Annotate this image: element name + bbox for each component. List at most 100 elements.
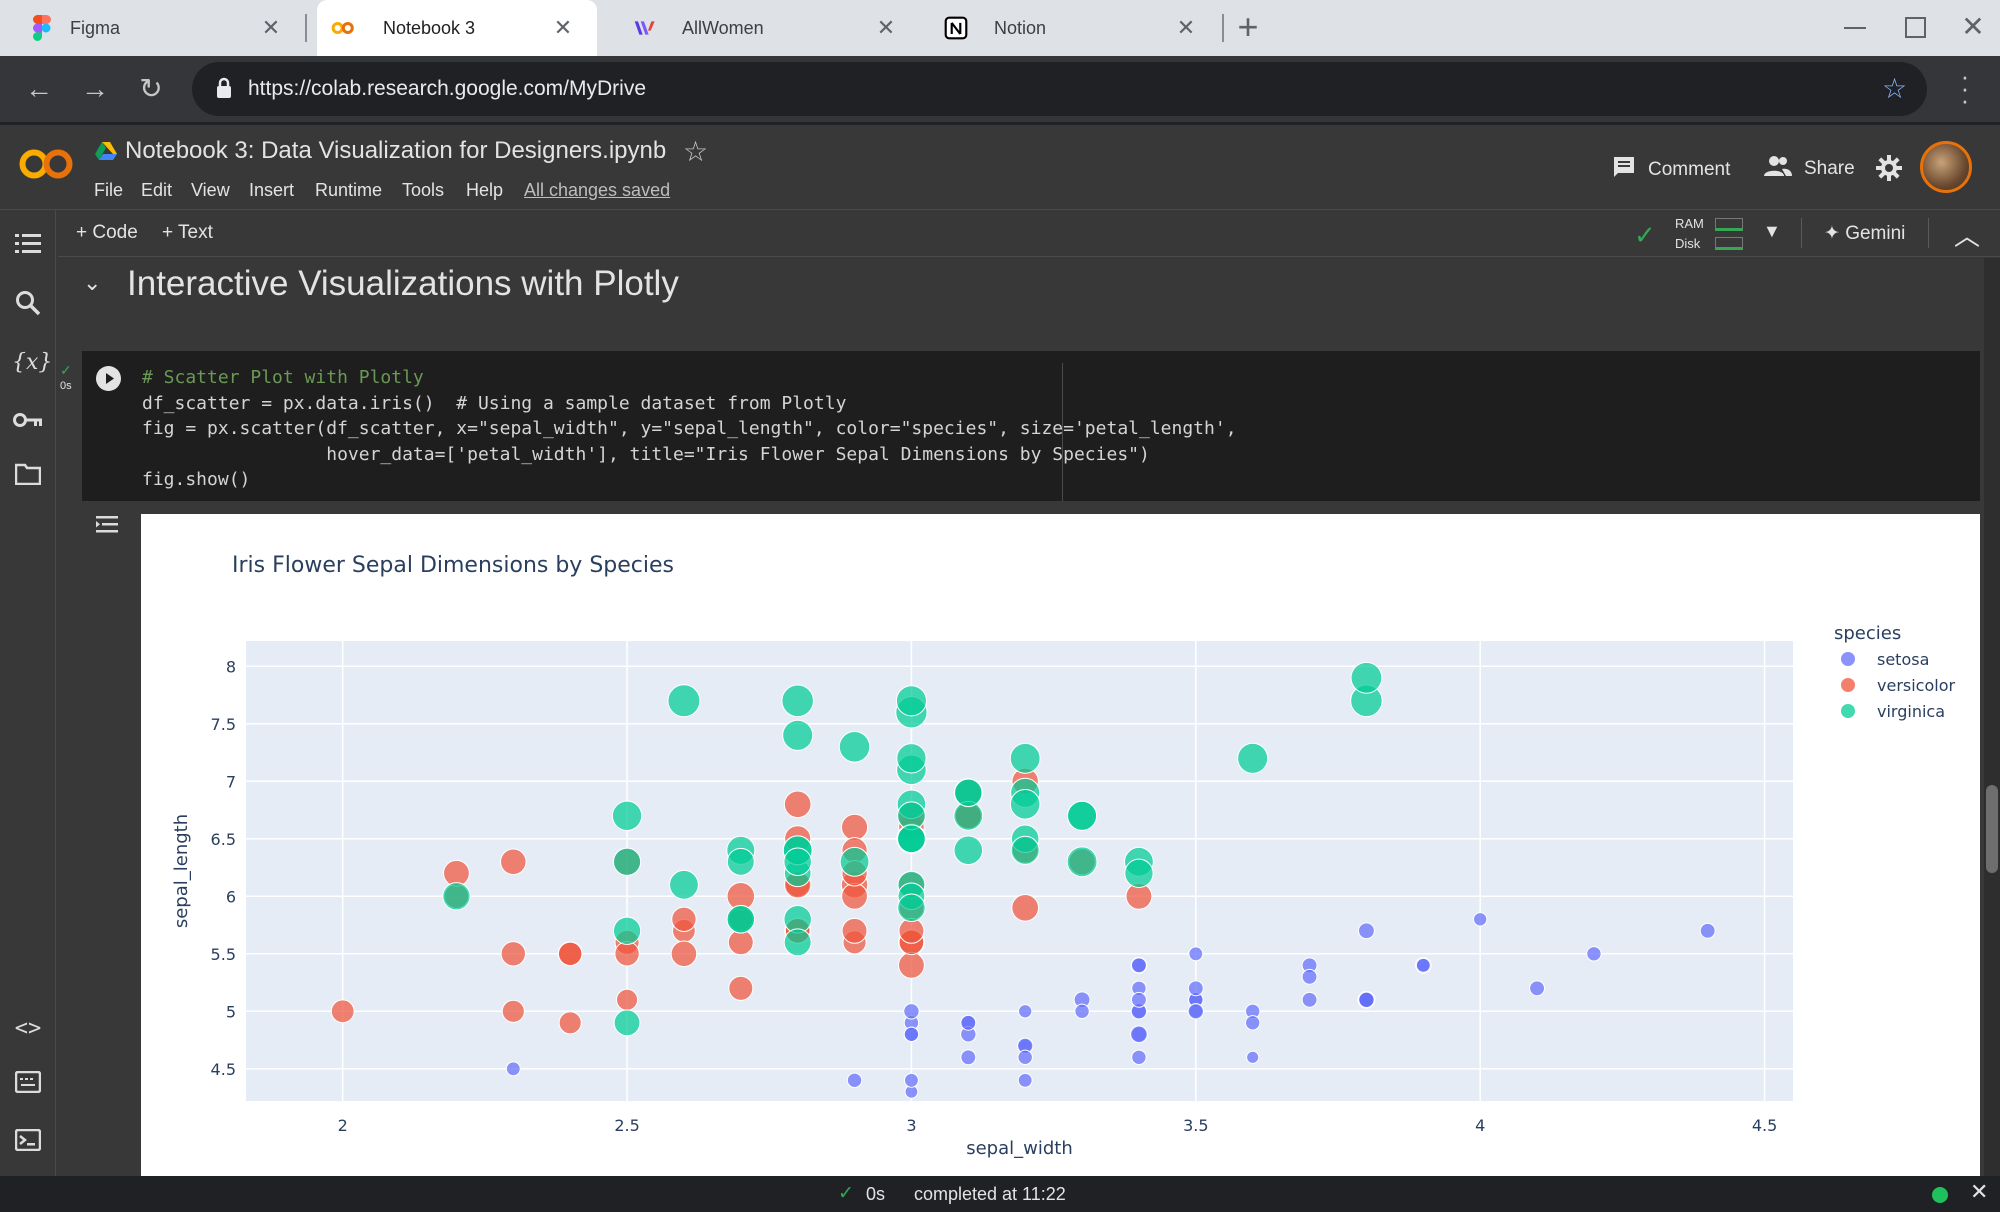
data-point-setosa bbox=[903, 1026, 920, 1043]
menu-file[interactable]: File bbox=[94, 180, 123, 201]
tab-allwomen[interactable]: AllWomen ✕ bbox=[620, 0, 920, 56]
data-point-versicolor bbox=[841, 917, 868, 944]
terminal-icon[interactable] bbox=[12, 1128, 44, 1160]
add-text-button[interactable]: + Text bbox=[162, 222, 213, 244]
output-actions-icon[interactable] bbox=[94, 513, 124, 542]
save-status[interactable]: All changes saved bbox=[524, 180, 670, 201]
close-icon[interactable]: ✕ bbox=[259, 16, 283, 40]
data-point-setosa bbox=[1131, 1049, 1147, 1066]
data-point-versicolor bbox=[1011, 893, 1040, 922]
scrollbar[interactable] bbox=[1984, 258, 2000, 1176]
maximize-icon[interactable] bbox=[1905, 17, 1926, 38]
legend-label-versicolor: versicolor bbox=[1877, 676, 1955, 695]
run-cell-button[interactable] bbox=[96, 366, 121, 391]
new-tab-icon[interactable]: + bbox=[1230, 9, 1266, 46]
runtime-dropdown-icon[interactable]: ▼ bbox=[1763, 221, 1781, 242]
data-point-virginica bbox=[1124, 858, 1154, 888]
resources-indicator[interactable]: RAM Disk bbox=[1673, 214, 1763, 254]
disk-label: Disk bbox=[1675, 236, 1701, 251]
data-point-setosa bbox=[903, 1072, 919, 1088]
add-code-button[interactable]: + Code bbox=[76, 222, 138, 244]
window-close-icon[interactable]: ✕ bbox=[1958, 12, 1988, 42]
legend-marker-virginica bbox=[1841, 704, 1855, 718]
data-point-setosa bbox=[1529, 980, 1546, 997]
menu-tools[interactable]: Tools bbox=[402, 180, 444, 201]
lock-icon bbox=[216, 77, 232, 104]
close-icon[interactable]: ✕ bbox=[874, 16, 898, 40]
command-palette-icon[interactable] bbox=[12, 1070, 44, 1102]
data-point-setosa bbox=[1246, 1050, 1260, 1064]
reload-icon[interactable]: ↻ bbox=[136, 74, 166, 104]
comment-button[interactable]: Comment bbox=[1612, 155, 1730, 185]
code-line-1: # Scatter Plot with Plotly bbox=[142, 367, 424, 388]
tab-title: Notebook 3 bbox=[383, 17, 476, 38]
close-icon[interactable]: ✕ bbox=[1174, 16, 1198, 40]
data-point-virginica bbox=[781, 684, 814, 718]
close-icon[interactable]: ✕ bbox=[551, 16, 575, 40]
menu-view[interactable]: View bbox=[191, 180, 230, 201]
y-tick-label: 5.5 bbox=[211, 945, 236, 964]
data-point-versicolor bbox=[616, 988, 639, 1011]
menu-edit[interactable]: Edit bbox=[141, 180, 172, 201]
section-collapse-chevron-icon[interactable]: ⌄ bbox=[83, 270, 101, 296]
code-snippets-icon[interactable]: <> bbox=[12, 1013, 44, 1045]
status-check-icon: ✓ bbox=[838, 1183, 854, 1204]
data-point-virginica bbox=[897, 824, 926, 854]
status-bar: ✓ 0s completed at 11:22 ✕ bbox=[0, 1176, 2000, 1212]
menu-insert[interactable]: Insert bbox=[249, 180, 294, 201]
tab-figma[interactable]: Figma ✕ bbox=[0, 0, 305, 56]
search-icon[interactable] bbox=[12, 290, 44, 322]
scrollbar-thumb[interactable] bbox=[1986, 785, 1998, 873]
minimize-icon[interactable] bbox=[1844, 27, 1866, 29]
browser-menu-icon[interactable]: · · · bbox=[1955, 63, 1975, 113]
back-icon[interactable]: ← bbox=[24, 74, 54, 104]
notebook-main: ⌄ Interactive Visualizations with Plotly… bbox=[57, 258, 1982, 1176]
share-button[interactable]: Share bbox=[1764, 155, 1855, 183]
data-point-virginica bbox=[1009, 789, 1041, 820]
code-cell[interactable]: # Scatter Plot with Plotly df_scatter = … bbox=[82, 351, 1980, 501]
avatar[interactable] bbox=[1920, 141, 1972, 193]
close-statusbar-icon[interactable]: ✕ bbox=[1970, 1179, 1988, 1205]
legend-marker-setosa bbox=[1841, 652, 1855, 666]
scatter-chart[interactable]: 2 2.5 3 3.5 4 4.5 4.5 5 5.5 6 6.5 7 7.5 8 Iris Flower … bbox=[141, 514, 1980, 1176]
menu-runtime[interactable]: Runtime bbox=[315, 180, 382, 201]
data-point-virginica bbox=[838, 731, 871, 763]
data-point-setosa bbox=[1301, 968, 1318, 985]
secrets-key-icon[interactable] bbox=[12, 406, 44, 438]
data-point-versicolor bbox=[898, 951, 925, 979]
drive-icon bbox=[95, 141, 117, 166]
star-icon[interactable]: ☆ bbox=[683, 135, 708, 168]
notebook-title[interactable]: Notebook 3: Data Visualization for Desig… bbox=[125, 137, 666, 165]
data-point-versicolor bbox=[898, 917, 925, 944]
omnibox[interactable]: https://colab.research.google.com/MyDriv… bbox=[192, 62, 1927, 116]
data-point-virginica bbox=[611, 800, 643, 831]
data-point-virginica bbox=[1009, 742, 1041, 774]
files-folder-icon[interactable] bbox=[12, 462, 44, 494]
colab-logo[interactable] bbox=[18, 147, 74, 186]
gemini-label: Gemini bbox=[1845, 223, 1906, 244]
code-editor[interactable]: # Scatter Plot with Plotly df_scatter = … bbox=[142, 365, 1237, 493]
variables-icon[interactable]: {x} bbox=[12, 347, 52, 379]
tab-notebook-3[interactable]: Notebook 3 ✕ bbox=[317, 0, 597, 56]
data-point-setosa bbox=[1187, 1003, 1205, 1020]
collapse-header-icon[interactable]: ︿ bbox=[1954, 216, 1980, 253]
data-point-versicolor bbox=[728, 975, 754, 1001]
data-point-setosa bbox=[1699, 922, 1716, 939]
allwomen-icon bbox=[634, 16, 658, 40]
settings-gear-icon[interactable] bbox=[1876, 155, 1902, 186]
table-of-contents-icon[interactable] bbox=[12, 232, 44, 264]
forward-icon[interactable]: → bbox=[80, 74, 110, 104]
data-point-versicolor bbox=[557, 941, 583, 967]
runtime-status-dot bbox=[1932, 1187, 1948, 1203]
gemini-button[interactable]: ✦ Gemini bbox=[1824, 222, 1905, 245]
x-tick-label: 3 bbox=[906, 1116, 916, 1135]
data-point-virginica bbox=[726, 847, 755, 876]
menu-help[interactable]: Help bbox=[466, 180, 503, 201]
bookmark-star-icon[interactable]: ☆ bbox=[1882, 72, 1907, 105]
data-point-setosa bbox=[1358, 991, 1375, 1009]
data-point-setosa bbox=[1017, 1072, 1033, 1088]
disk-bar bbox=[1715, 237, 1743, 250]
x-tick-label: 3.5 bbox=[1183, 1116, 1208, 1135]
tab-notion[interactable]: Notion ✕ bbox=[930, 0, 1220, 56]
data-point-versicolor bbox=[330, 999, 355, 1024]
